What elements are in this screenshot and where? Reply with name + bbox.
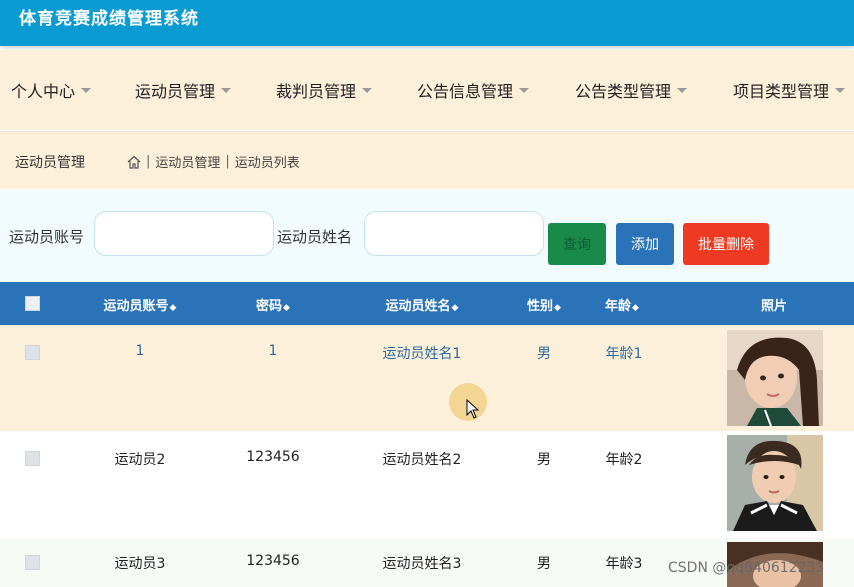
cell-gender: 男 bbox=[537, 452, 551, 468]
breadcrumb-bar: 运动员管理 | 运动员管理 | 运动员列表 bbox=[0, 131, 854, 189]
row-checkbox[interactable] bbox=[25, 451, 40, 466]
cell-password: 123456 bbox=[246, 553, 300, 569]
table-header: 运动员账号◆ 密码◆ 运动员姓名◆ 性别◆ 年龄◆ 照片 bbox=[0, 282, 854, 325]
name-search-input[interactable] bbox=[364, 211, 544, 256]
breadcrumb: | 运动员管理 | 运动员列表 bbox=[127, 152, 300, 171]
chevron-down-icon bbox=[81, 88, 92, 93]
cell-gender: 男 bbox=[537, 556, 551, 572]
select-all-checkbox[interactable] bbox=[25, 296, 40, 311]
athlete-photo bbox=[727, 435, 823, 531]
cell-password: 1 bbox=[268, 343, 278, 359]
breadcrumb-separator: | bbox=[146, 154, 151, 169]
column-header-age[interactable]: 年龄◆ bbox=[598, 295, 646, 314]
home-icon[interactable] bbox=[127, 155, 141, 169]
table-row[interactable]: 运动员2 123456 运动员姓名2 男 年龄2 bbox=[0, 431, 854, 538]
batch-delete-button[interactable]: 批量删除 bbox=[683, 223, 769, 265]
sort-icon: ◆ bbox=[169, 303, 177, 313]
column-header-name[interactable]: 运动员姓名◆ bbox=[372, 295, 472, 314]
chevron-down-icon bbox=[835, 88, 846, 93]
breadcrumb-item-athlete-list: 运动员列表 bbox=[234, 156, 300, 171]
mouse-pointer-icon bbox=[466, 399, 480, 419]
row-checkbox[interactable] bbox=[25, 345, 40, 360]
chevron-down-icon bbox=[362, 88, 373, 93]
add-button[interactable]: 添加 bbox=[616, 223, 674, 265]
column-header-account[interactable]: 运动员账号◆ bbox=[90, 295, 190, 314]
name-label: 运动员姓名 bbox=[277, 228, 353, 246]
cell-password: 123456 bbox=[246, 449, 300, 465]
top-nav: 个人中心 运动员管理 裁判员管理 公告信息管理 公告类型管理 项目类型管理 bbox=[0, 50, 854, 130]
chevron-down-icon bbox=[519, 88, 530, 93]
column-header-photo: 照片 bbox=[760, 299, 787, 314]
nav-item-personal-center[interactable]: 个人中心 bbox=[11, 78, 92, 102]
cell-gender: 男 bbox=[537, 346, 551, 362]
cell-age: 年龄2 bbox=[605, 452, 643, 468]
app-header: 体育竞赛成绩管理系统 bbox=[0, 0, 854, 46]
nav-item-athlete-management[interactable]: 运动员管理 bbox=[135, 78, 232, 102]
breadcrumb-separator: | bbox=[225, 154, 230, 169]
cell-name: 运动员姓名1 bbox=[382, 346, 462, 362]
chevron-down-icon bbox=[221, 88, 232, 93]
nav-item-referee-management[interactable]: 裁判员管理 bbox=[276, 78, 373, 102]
watermark: CSDN @qq840612233 bbox=[668, 560, 825, 576]
column-header-gender[interactable]: 性别◆ bbox=[520, 295, 568, 314]
cell-name: 运动员姓名2 bbox=[382, 452, 462, 468]
nav-item-notice-type-management[interactable]: 公告类型管理 bbox=[575, 78, 688, 102]
sort-icon: ◆ bbox=[554, 303, 561, 313]
athlete-photo bbox=[727, 330, 823, 426]
account-label: 运动员账号 bbox=[9, 228, 85, 246]
breadcrumb-item-athlete-management[interactable]: 运动员管理 bbox=[155, 152, 220, 171]
row-checkbox[interactable] bbox=[25, 555, 40, 570]
cell-account: 1 bbox=[135, 343, 145, 359]
account-search-input[interactable] bbox=[94, 211, 274, 256]
cell-name: 运动员姓名3 bbox=[382, 556, 462, 572]
app-title: 体育竞赛成绩管理系统 bbox=[19, 9, 199, 29]
sort-icon: ◆ bbox=[283, 303, 290, 313]
chevron-down-icon bbox=[677, 88, 688, 93]
cell-account: 运动员3 bbox=[114, 556, 166, 572]
cell-age: 年龄1 bbox=[605, 346, 643, 362]
table-row[interactable]: 1 1 运动员姓名1 男 年龄1 bbox=[0, 325, 854, 431]
column-header-password[interactable]: 密码◆ bbox=[240, 295, 306, 314]
page-title: 运动员管理 bbox=[15, 155, 85, 171]
cell-account: 运动员2 bbox=[114, 452, 166, 468]
nav-item-event-type-management[interactable]: 项目类型管理 bbox=[733, 78, 846, 102]
sort-icon: ◆ bbox=[632, 303, 639, 313]
search-bar: 运动员账号 运动员姓名 查询 添加 批量删除 bbox=[0, 189, 854, 280]
sort-icon: ◆ bbox=[451, 303, 459, 313]
cell-age: 年龄3 bbox=[605, 556, 643, 572]
nav-item-notice-management[interactable]: 公告信息管理 bbox=[417, 78, 530, 102]
search-button[interactable]: 查询 bbox=[548, 223, 606, 265]
